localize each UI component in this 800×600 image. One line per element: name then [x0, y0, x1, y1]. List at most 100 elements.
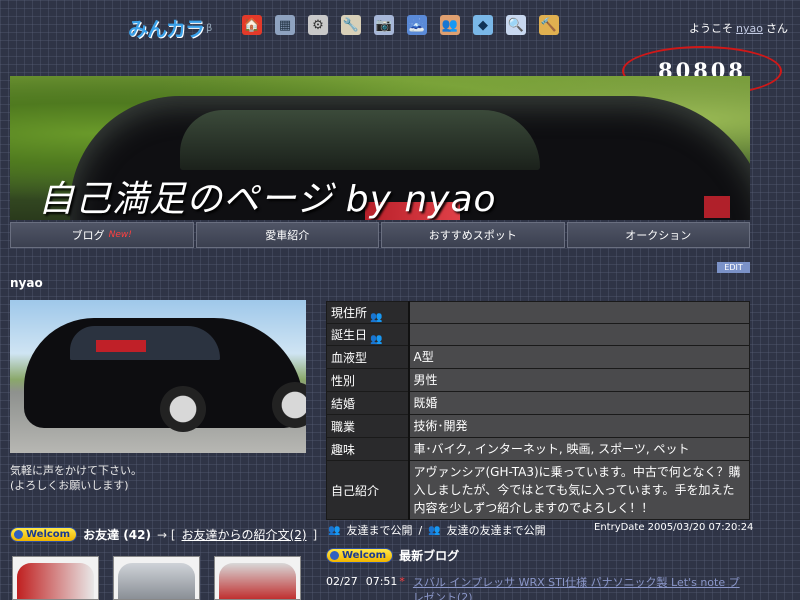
row-label: 自己紹介 — [326, 460, 410, 520]
privacy-legend: 👥 友達まで公開 / 👥 友達の友達まで公開 — [328, 522, 546, 538]
blog-time: 07:51 — [365, 575, 398, 588]
thumb-car — [219, 563, 296, 599]
badge-dot-icon — [14, 530, 23, 539]
welcom-badge: Welcom — [10, 527, 78, 542]
new-mark: * — [399, 575, 405, 588]
friends-close-bracket: ] — [312, 527, 318, 542]
banner-taillight-right — [704, 196, 730, 218]
row-label: 誕生日 — [326, 323, 410, 346]
banner-title: 自己満足のページ by nyao — [38, 179, 497, 220]
logo-text: みんカラ — [128, 17, 205, 41]
badge-label: Welcom — [26, 529, 71, 540]
row-value: A型 — [408, 345, 750, 369]
privacy-fof-label: 友達の友達まで公開 — [446, 524, 546, 537]
entry-date: EntryDate 2005/03/20 07:20:24 — [594, 522, 754, 533]
label-birthday: 誕生日 — [331, 328, 368, 342]
thumb-car — [17, 563, 94, 599]
global-nav-icons: 🏠 ▦ ⚙ 🔧 📷 🗻 👥 ◆ 🔍 🔨 — [242, 15, 559, 35]
row-value: 既婚 — [408, 391, 750, 415]
friend-thumbnail[interactable] — [113, 556, 200, 600]
table-row: 結婚 既婚 — [326, 391, 750, 415]
profile-details-table: 現住所 誕生日 血液型 A型 性別 男性 結婚 既婚 職業 技術･開発 趣味 車… — [326, 301, 750, 520]
profile-greeting: 気軽に声をかけて下さい。 (よろしくお願いします) — [10, 463, 142, 493]
row-label: 血液型 — [326, 345, 410, 369]
camera-icon[interactable]: 📷 — [374, 15, 394, 35]
menu-spots-label: おすすめスポット — [428, 229, 517, 242]
friends-only-icon — [370, 331, 384, 341]
banner-car-window — [180, 110, 540, 170]
minkara-logo[interactable]: みんカラ β — [128, 13, 214, 41]
logo-beta-mark: β — [206, 23, 213, 34]
friend-thumbnail[interactable] — [214, 556, 301, 600]
row-value: 男性 — [408, 368, 750, 392]
profile-nickname: nyao — [10, 276, 43, 290]
thumb-car — [118, 563, 195, 599]
home-icon[interactable]: 🏠 — [242, 15, 262, 35]
people-icon[interactable]: 👥 — [440, 15, 460, 35]
table-row: 職業 技術･開発 — [326, 414, 750, 438]
welcome-message: ようこそ nyao さん — [689, 20, 788, 36]
friends-intro-link[interactable]: お友達からの紹介文(2) — [182, 526, 307, 543]
profile-menu-bar: ブログ New! 愛車紹介 おすすめスポット オークション — [10, 222, 750, 248]
photo-car-wheel — [160, 386, 206, 432]
menu-recommended-spots[interactable]: おすすめスポット — [381, 222, 565, 248]
menu-blog[interactable]: ブログ New! — [10, 222, 194, 248]
label-address: 現住所 — [331, 306, 368, 320]
row-value: 技術･開発 — [408, 414, 750, 438]
table-row: 性別 男性 — [326, 368, 750, 392]
photo-car-taillight — [96, 340, 146, 352]
menu-car-intro-label: 愛車紹介 — [265, 229, 310, 242]
row-value — [408, 323, 750, 346]
friends-title-link[interactable]: お友達 (42) — [83, 526, 151, 543]
menu-auction[interactable]: オークション — [566, 222, 750, 248]
menu-auction-label: オークション — [625, 229, 692, 242]
row-label: 性別 — [326, 368, 410, 392]
menu-car-intro[interactable]: 愛車紹介 — [195, 222, 379, 248]
table-row: 現住所 — [326, 301, 750, 324]
friends-section-header: Welcom お友達 (42) → [ お友達からの紹介文(2) ] — [10, 526, 317, 543]
friends-only-icon: 👥 — [328, 524, 341, 536]
badge-label: Welcom — [342, 550, 387, 561]
edit-button[interactable]: EDIT — [717, 262, 750, 273]
header-banner-image: 自己満足のページ by nyao — [10, 76, 750, 220]
row-value — [408, 301, 750, 324]
badge-dot-icon — [330, 551, 339, 560]
friend-thumbnail[interactable] — [12, 556, 99, 600]
blog-entry-link[interactable]: スバル インプレッサ WRX STI仕様 パナソニック製 Let's note … — [413, 575, 743, 600]
list-item: 02/27 07:51 * スバル インプレッサ WRX STI仕様 パナソニッ… — [326, 575, 743, 600]
wheel-icon[interactable]: ⚙ — [308, 15, 328, 35]
welcome-suffix: さん — [766, 22, 788, 35]
welcom-badge: Welcom — [326, 548, 394, 563]
row-label: 結婚 — [326, 391, 410, 415]
cube-icon[interactable]: ◆ — [473, 15, 493, 35]
welcome-prefix: ようこそ — [689, 22, 734, 35]
privacy-separator: / — [418, 523, 423, 537]
menu-blog-label: ブログ — [71, 229, 105, 242]
latest-blog-header: Welcom 最新ブログ — [326, 547, 459, 564]
blog-title: 最新ブログ — [399, 549, 460, 563]
wrench-icon[interactable]: 🔧 — [341, 15, 361, 35]
blog-date: 02/27 — [326, 575, 358, 588]
row-label: 趣味 — [326, 437, 410, 461]
profile-car-photo[interactable] — [10, 300, 306, 453]
greeting-line-1: 気軽に声をかけて下さい。 — [10, 464, 142, 477]
hammer-icon[interactable]: 🔨 — [539, 15, 559, 35]
table-row: 自己紹介 アヴァンシア(GH-TA3)に乗っています。中古で何となく？購入しまし… — [326, 460, 750, 520]
privacy-friends-label: 友達まで公開 — [346, 524, 413, 537]
welcome-username-link[interactable]: nyao — [736, 22, 763, 35]
table-row: 血液型 A型 — [326, 345, 750, 369]
friends-only-icon — [370, 309, 384, 319]
magnifier-icon[interactable]: 🔍 — [506, 15, 526, 35]
row-value: アヴァンシア(GH-TA3)に乗っています。中古で何となく？購入しましたが、今で… — [408, 460, 750, 520]
table-row: 誕生日 — [326, 323, 750, 346]
friends-arrow: → [ — [156, 527, 176, 542]
row-label: 職業 — [326, 414, 410, 438]
new-badge: New! — [108, 230, 132, 240]
greeting-line-2: (よろしくお願いします) — [10, 479, 129, 492]
row-label: 現住所 — [326, 301, 410, 324]
row-value: 車･バイク, インターネット, 映画, スポーツ, ペット — [408, 437, 750, 461]
mountain-icon[interactable]: 🗻 — [407, 15, 427, 35]
friends-of-friends-icon: 👥 — [428, 524, 441, 536]
garage-icon[interactable]: ▦ — [275, 15, 295, 35]
table-row: 趣味 車･バイク, インターネット, 映画, スポーツ, ペット — [326, 437, 750, 461]
